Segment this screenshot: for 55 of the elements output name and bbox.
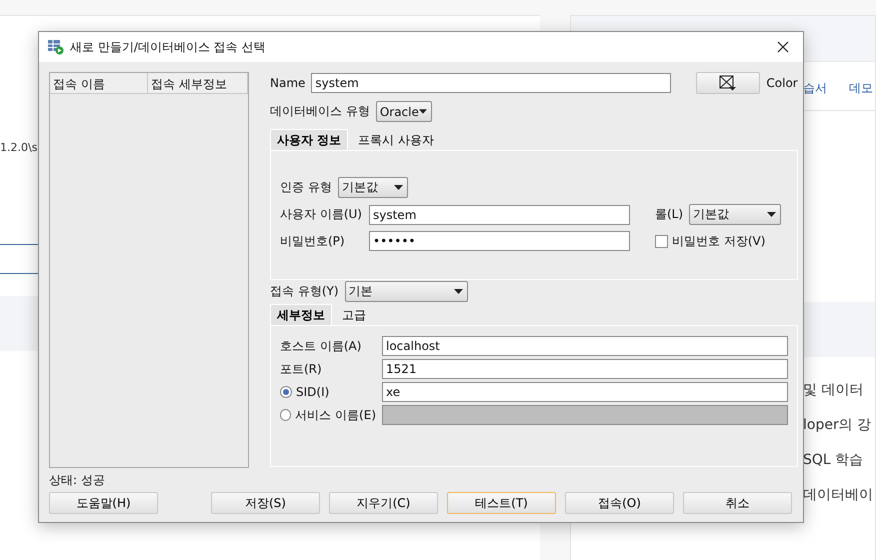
field-label: Color xyxy=(766,76,798,90)
field-label: 비밀번호(P) xyxy=(280,232,346,250)
auth-type-select[interactable]: 기본값 xyxy=(338,177,408,198)
caret-icon xyxy=(454,289,463,294)
tab[interactable]: 프록시 사용자 xyxy=(352,131,440,150)
column-header[interactable]: 접속 이름 xyxy=(50,73,148,93)
field-label: 사용자 이름(U) xyxy=(280,206,363,223)
field-label: Name xyxy=(270,76,306,90)
radio-button[interactable] xyxy=(280,386,292,398)
column-header[interactable]: 접속 세부정보 xyxy=(148,73,248,93)
tab[interactable]: 고급 xyxy=(336,306,372,325)
dialog-button[interactable]: 취소 xyxy=(683,492,792,514)
list-text: loper의 강 xyxy=(803,416,872,434)
host-field[interactable]: localhost xyxy=(382,336,788,356)
dialog-button[interactable]: 접속(O) xyxy=(565,492,674,514)
radio-label: 서비스 이름(E) xyxy=(295,406,376,424)
radio-label: SID(I) xyxy=(296,385,330,399)
dialog-button[interactable]: 테스트(T) xyxy=(447,492,556,514)
connection-type-select[interactable]: 기본 xyxy=(344,281,468,302)
close-icon xyxy=(777,41,789,53)
list-text: 및 데이터 xyxy=(803,381,864,399)
field-label: 롤(L) xyxy=(655,206,684,223)
field-label: 호스트 이름(A) xyxy=(280,338,362,354)
dialog-button[interactable]: 지우기(C) xyxy=(329,492,438,514)
field-label: 포트(R) xyxy=(280,360,323,378)
list-text: SQL 학습 xyxy=(803,451,864,469)
caret-icon xyxy=(394,185,403,190)
username-field[interactable]: system xyxy=(369,204,630,224)
page-tab[interactable]: 데모 xyxy=(849,80,873,110)
sid-field[interactable]: xe xyxy=(382,382,788,402)
path-text: 1.2.0\s xyxy=(0,141,38,154)
field-label: 접속 유형(Y) xyxy=(270,283,339,300)
database-icon xyxy=(48,39,64,55)
name-field[interactable]: system xyxy=(311,73,672,93)
database-type-select[interactable]: Oracle xyxy=(376,101,432,122)
dialog-button[interactable]: 도움말(H) xyxy=(49,492,158,514)
role-select[interactable]: 기본값 xyxy=(689,204,782,225)
page-tab[interactable]: 습서 xyxy=(803,80,827,110)
dialog-button[interactable]: 저장(S) xyxy=(211,492,320,514)
port-field[interactable]: 1521 xyxy=(382,359,788,379)
tab[interactable]: 세부정보 xyxy=(270,304,332,325)
list-text: 데이터베이 xyxy=(803,486,874,504)
status-text: 상태: 성공 xyxy=(49,472,106,489)
field-label: 데이터베이스 유형 xyxy=(270,103,370,120)
window-title: 새로 만들기/데이터베이스 접속 선택 xyxy=(70,38,266,56)
color-button[interactable] xyxy=(696,72,760,94)
tab[interactable]: 사용자 정보 xyxy=(270,129,348,150)
caret-icon xyxy=(767,212,776,217)
password-field[interactable]: •••••• xyxy=(369,231,630,251)
connection-list[interactable]: 접속 이름 접속 세부정보 xyxy=(49,72,249,468)
checkbox-label: 비밀번호 저장(V) xyxy=(672,232,766,250)
field-label: 인증 유형 xyxy=(280,179,332,196)
caret-icon xyxy=(418,109,427,114)
color-swatch-icon xyxy=(719,75,738,91)
checkbox[interactable] xyxy=(655,234,668,248)
